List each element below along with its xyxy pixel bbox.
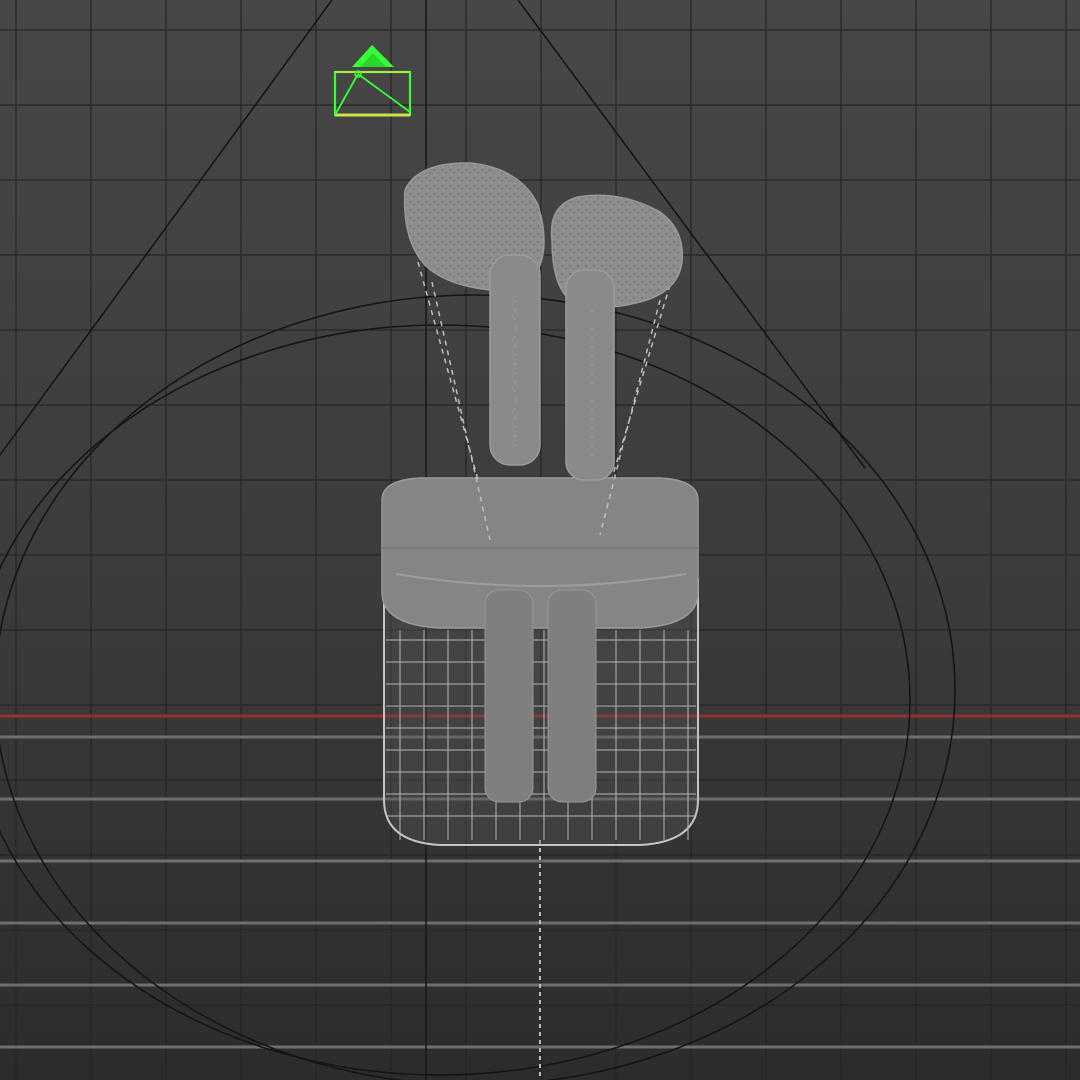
3d-viewport[interactable] (0, 0, 1080, 1080)
case-wireframe-icon[interactable] (381, 477, 699, 846)
viewport-canvas[interactable] (0, 0, 1080, 1080)
airpod-right[interactable] (550, 194, 684, 481)
